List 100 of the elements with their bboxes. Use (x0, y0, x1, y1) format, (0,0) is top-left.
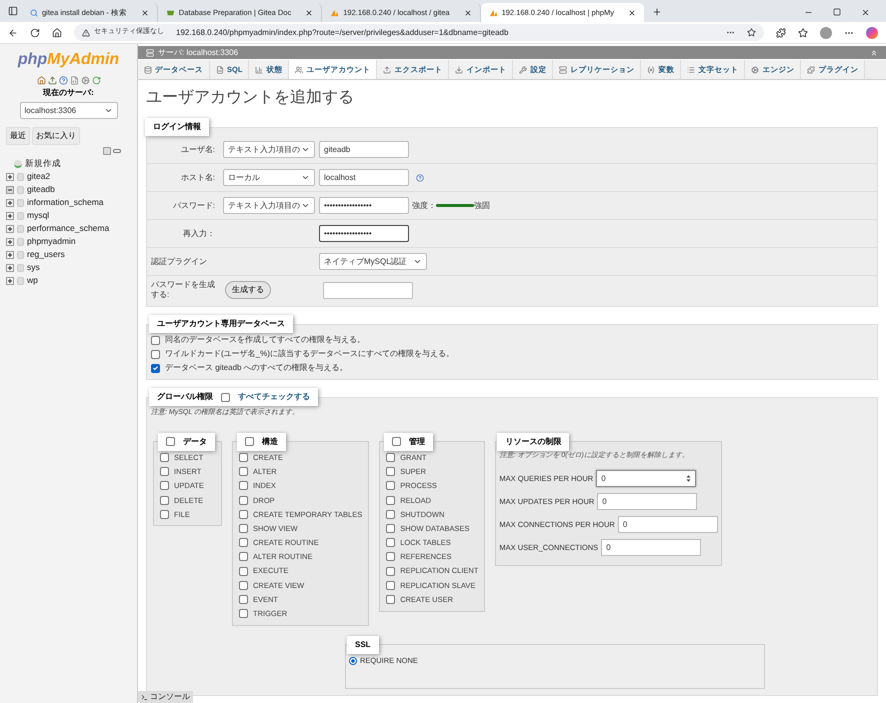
collapse-icon[interactable] (6, 186, 14, 194)
copilot-icon[interactable] (866, 26, 878, 38)
checkbox[interactable] (160, 496, 169, 505)
dropdown[interactable]: テキスト入力項目の (223, 197, 315, 214)
checkbox[interactable] (392, 437, 402, 446)
dropdown[interactable]: テキスト入力項目の (223, 141, 315, 158)
checkbox[interactable] (239, 524, 248, 534)
checkbox[interactable] (239, 594, 248, 604)
checkbox[interactable] (160, 467, 169, 476)
input-field[interactable]: ••••••••••••••••• (319, 225, 409, 242)
checkbox[interactable] (160, 510, 169, 519)
generate-button[interactable]: 生成する (225, 281, 271, 299)
extensions-icon[interactable] (776, 28, 786, 38)
back-icon[interactable] (8, 28, 18, 38)
input-field[interactable]: ••••••••••••••••• (319, 197, 409, 214)
settings-icon[interactable] (80, 76, 90, 85)
expand-icon[interactable] (6, 172, 14, 180)
expand-icon[interactable] (6, 250, 14, 258)
checkbox[interactable] (239, 453, 248, 462)
checkbox[interactable] (160, 481, 169, 490)
tree-item[interactable]: wp (27, 274, 38, 287)
new-tab-icon[interactable] (652, 7, 662, 17)
checkbox[interactable] (239, 538, 248, 548)
checkbox[interactable] (386, 453, 396, 462)
input-field[interactable]: giteadb (319, 141, 409, 158)
checkbox[interactable] (239, 481, 248, 490)
close-icon[interactable] (628, 8, 636, 16)
chevron-down-icon (413, 257, 422, 266)
checkbox[interactable] (386, 566, 396, 576)
checkbox[interactable] (386, 594, 396, 604)
expand-icon[interactable] (6, 198, 14, 206)
help-icon[interactable] (416, 174, 424, 182)
dropdown[interactable]: ネイティブMySQL認証 (319, 253, 427, 270)
tree-item[interactable]: 新規作成 (25, 157, 61, 170)
checkbox[interactable] (151, 364, 160, 372)
checkbox[interactable] (239, 467, 248, 476)
number-field[interactable]: 0 (601, 539, 702, 556)
radio-button[interactable] (349, 656, 357, 665)
sidebar-toggle-icon[interactable] (8, 6, 18, 16)
number-field[interactable]: 0 (596, 470, 696, 487)
checkbox[interactable] (386, 467, 396, 476)
maximize-icon[interactable] (833, 8, 841, 16)
tree-item[interactable]: gitea2 (27, 170, 50, 183)
close-icon[interactable] (305, 8, 314, 16)
profile-avatar[interactable] (820, 26, 832, 38)
tree-item[interactable]: information_schema (27, 196, 104, 209)
check-all-link[interactable]: すべてチェックする (238, 391, 310, 403)
checkbox[interactable] (386, 496, 396, 505)
tree-item[interactable]: reg_users (27, 248, 65, 261)
expand-icon[interactable] (6, 238, 14, 246)
close-icon[interactable] (861, 8, 870, 17)
checkbox[interactable] (386, 552, 396, 562)
checkbox[interactable] (239, 580, 248, 590)
checkbox[interactable] (386, 580, 396, 590)
logo-text[interactable]: phpMyAdmin (18, 48, 120, 72)
field-label: ユーザ名: (180, 144, 216, 154)
expand-icon[interactable] (6, 264, 14, 272)
help-icon[interactable] (58, 76, 68, 85)
star-icon[interactable] (747, 28, 756, 37)
checkbox[interactable] (239, 510, 248, 519)
tree-item[interactable]: performance_schema (27, 222, 110, 235)
checkbox[interactable] (239, 609, 248, 618)
tab-icon (216, 66, 224, 74)
checkbox[interactable] (386, 524, 396, 534)
tree-item[interactable]: mysql (27, 209, 50, 222)
dropdown[interactable]: localhost:3306 (20, 102, 118, 119)
number-field[interactable]: 0 (618, 516, 718, 533)
tree-item[interactable]: giteadb (27, 183, 55, 196)
input-field[interactable]: localhost (319, 169, 409, 186)
favorites-icon[interactable] (798, 28, 808, 38)
checkbox[interactable] (386, 481, 396, 490)
input-field[interactable] (323, 282, 413, 298)
document-icon[interactable] (70, 76, 78, 85)
sidebar-button[interactable]: お気に入り (32, 127, 80, 145)
checkbox[interactable] (245, 437, 254, 446)
breadcrumb-link[interactable]: サーバ: localhost:3306 (158, 46, 238, 58)
reload-icon[interactable] (30, 28, 40, 38)
checkbox[interactable] (386, 510, 396, 519)
checkbox[interactable] (239, 566, 248, 576)
home-icon[interactable] (52, 28, 62, 38)
checkbox[interactable] (239, 552, 248, 562)
tree-item[interactable]: sys (27, 261, 40, 274)
console-tab[interactable]: コンソール (138, 691, 193, 703)
checkbox[interactable] (151, 350, 160, 358)
dropdown[interactable]: ローカル (223, 169, 315, 186)
sidebar-button[interactable]: 最近 (6, 127, 30, 145)
checkbox[interactable] (151, 336, 160, 344)
tree-item[interactable]: phpmyadmin (27, 235, 76, 248)
close-icon[interactable] (464, 8, 472, 16)
close-icon[interactable] (140, 8, 149, 16)
expand-icon[interactable] (6, 212, 14, 220)
checkbox[interactable] (160, 453, 169, 462)
checkbox[interactable] (166, 437, 175, 446)
checkbox[interactable] (386, 538, 396, 548)
number-field[interactable]: 0 (597, 493, 698, 510)
expand-icon[interactable] (6, 224, 14, 232)
checkbox[interactable] (239, 496, 248, 505)
spinner-icon[interactable] (686, 474, 692, 483)
expand-icon[interactable] (6, 276, 14, 284)
checkbox[interactable] (221, 392, 230, 402)
